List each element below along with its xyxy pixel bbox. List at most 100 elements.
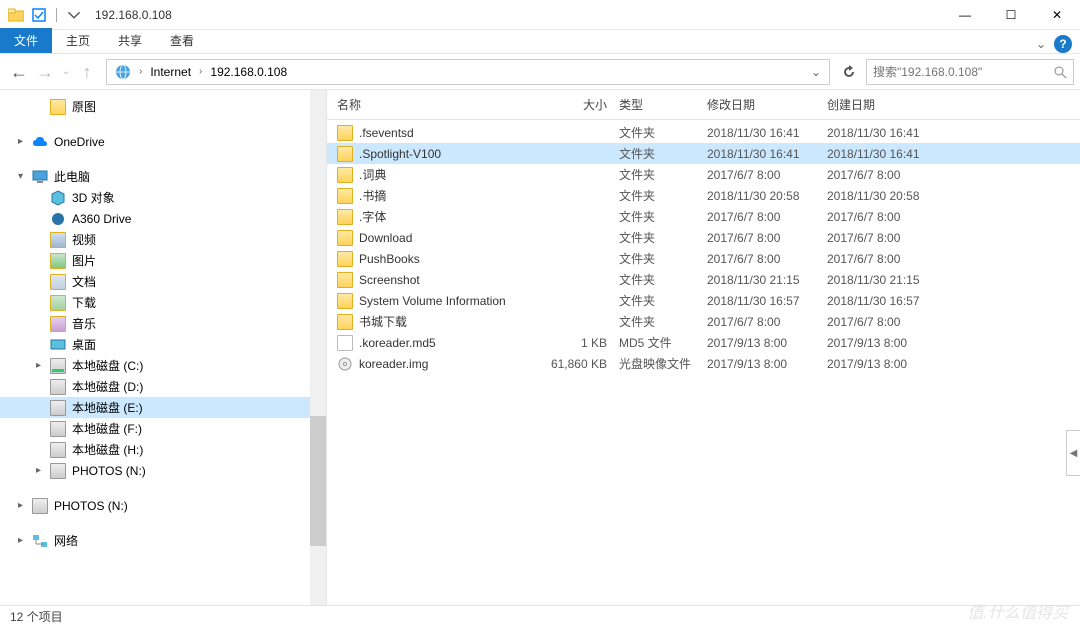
tree-item-label: 本地磁盘 (C:) — [72, 357, 143, 374]
status-bar: 12 个项目 — [0, 605, 1080, 627]
breadcrumb-internet[interactable]: Internet — [146, 63, 195, 81]
tree-item[interactable]: 本地磁盘 (D:) — [0, 376, 326, 397]
tree-item[interactable]: 桌面 — [0, 334, 326, 355]
chevron-icon[interactable]: ▸ — [36, 360, 48, 371]
file-name: .书摘 — [359, 187, 386, 204]
tree-item[interactable]: 视频 — [0, 229, 326, 250]
quick-action-properties[interactable] — [28, 6, 50, 24]
nav-bar: ← → ⌄ ↑ › Internet › 192.168.0.108 ⌄ — [0, 54, 1080, 90]
maximize-button[interactable]: ☐ — [988, 0, 1034, 30]
file-list: .fseventsd文件夹2018/11/30 16:412018/11/30 … — [327, 120, 1080, 605]
file-row[interactable]: .fseventsd文件夹2018/11/30 16:412018/11/30 … — [327, 122, 1080, 143]
tree-item[interactable]: 文档 — [0, 271, 326, 292]
ribbon-tab-share[interactable]: 共享 — [104, 28, 156, 53]
column-size[interactable]: 大小 — [536, 90, 613, 119]
preview-pane-handle[interactable]: ◀ — [1066, 430, 1080, 476]
search-input[interactable] — [873, 65, 1053, 79]
tree-item-label: 文档 — [72, 273, 96, 290]
file-row[interactable]: Screenshot文件夹2018/11/30 21:152018/11/30 … — [327, 269, 1080, 290]
file-modified: 2017/6/7 8:00 — [701, 315, 821, 329]
file-name: 书城下载 — [359, 313, 407, 330]
help-icon[interactable]: ? — [1054, 35, 1072, 53]
tree-item[interactable]: 本地磁盘 (F:) — [0, 418, 326, 439]
tree-item-label: 桌面 — [72, 336, 96, 353]
refresh-button[interactable] — [836, 59, 862, 85]
file-modified: 2017/9/13 8:00 — [701, 336, 821, 350]
file-created: 2018/11/30 16:41 — [821, 147, 961, 161]
column-created[interactable]: 创建日期 — [821, 90, 961, 119]
tree-item-label: 音乐 — [72, 315, 96, 332]
file-modified: 2018/11/30 21:15 — [701, 273, 821, 287]
tree-item[interactable]: 下载 — [0, 292, 326, 313]
breadcrumb-separator: › — [139, 66, 142, 77]
file-created: 2017/6/7 8:00 — [821, 231, 961, 245]
tree-item[interactable]: 3D 对象 — [0, 187, 326, 208]
close-button[interactable]: ✕ — [1034, 0, 1080, 30]
tree-item[interactable]: 原图 — [0, 96, 326, 117]
tree-item[interactable]: 音乐 — [0, 313, 326, 334]
file-created: 2018/11/30 21:15 — [821, 273, 961, 287]
file-modified: 2017/6/7 8:00 — [701, 210, 821, 224]
file-modified: 2018/11/30 20:58 — [701, 189, 821, 203]
file-row[interactable]: .词典文件夹2017/6/7 8:002017/6/7 8:00 — [327, 164, 1080, 185]
breadcrumb-ip[interactable]: 192.168.0.108 — [206, 63, 291, 81]
tree-item-label: 本地磁盘 (E:) — [72, 399, 143, 416]
file-name: .Spotlight-V100 — [359, 147, 441, 161]
ribbon-tab-view[interactable]: 查看 — [156, 28, 208, 53]
file-modified: 2017/6/7 8:00 — [701, 231, 821, 245]
tree-item-label: 本地磁盘 (H:) — [72, 441, 143, 458]
tree-item[interactable]: 本地磁盘 (H:) — [0, 439, 326, 460]
file-type: 文件夹 — [613, 187, 701, 204]
search-box[interactable] — [866, 59, 1074, 85]
tree-item[interactable]: A360 Drive — [0, 208, 326, 229]
ribbon-expand-icon[interactable]: ⌄ — [1036, 37, 1046, 51]
tree-item[interactable]: ▸ 本地磁盘 (C:) — [0, 355, 326, 376]
tree-item[interactable]: 图片 — [0, 250, 326, 271]
tree-item[interactable]: ▸OneDrive — [0, 131, 326, 152]
scrollbar-thumb[interactable] — [310, 416, 326, 546]
file-row[interactable]: .Spotlight-V100文件夹2018/11/30 16:412018/1… — [327, 143, 1080, 164]
nav-back-button[interactable]: ← — [6, 59, 32, 85]
breadcrumb-separator: › — [199, 66, 202, 77]
file-created: 2018/11/30 20:58 — [821, 189, 961, 203]
address-bar[interactable]: › Internet › 192.168.0.108 ⌄ — [106, 59, 830, 85]
ribbon-tab-file[interactable]: 文件 — [0, 28, 52, 53]
address-dropdown-icon[interactable]: ⌄ — [807, 65, 825, 79]
chevron-icon[interactable]: ▸ — [18, 136, 30, 147]
file-row[interactable]: .书摘文件夹2018/11/30 20:582018/11/30 20:58 — [327, 185, 1080, 206]
nav-recent-dropdown[interactable]: ⌄ — [58, 59, 74, 85]
file-created: 2017/9/13 8:00 — [821, 336, 961, 350]
quick-action-dropdown[interactable] — [63, 6, 85, 24]
tree-item[interactable]: ▸PHOTOS (N:) — [0, 460, 326, 481]
column-name[interactable]: 名称 — [331, 90, 536, 119]
file-row[interactable]: System Volume Information文件夹2018/11/30 1… — [327, 290, 1080, 311]
file-row[interactable]: PushBooks文件夹2017/6/7 8:002017/6/7 8:00 — [327, 248, 1080, 269]
chevron-icon[interactable]: ▸ — [18, 535, 30, 546]
chevron-icon[interactable]: ▸ — [36, 465, 48, 476]
column-type[interactable]: 类型 — [613, 90, 701, 119]
file-row[interactable]: 书城下载文件夹2017/6/7 8:002017/6/7 8:00 — [327, 311, 1080, 332]
tree-item[interactable]: ▸PHOTOS (N:) — [0, 495, 326, 516]
breadcrumb-root-icon[interactable] — [111, 62, 135, 82]
tree-item-label: 网络 — [54, 532, 78, 549]
tree-item-label: 本地磁盘 (D:) — [72, 378, 143, 395]
nav-up-button[interactable]: ↑ — [74, 59, 100, 85]
file-size: 61,860 KB — [536, 357, 613, 371]
nav-forward-button[interactable]: → — [32, 59, 58, 85]
file-name: Download — [359, 231, 412, 245]
tree-item[interactable]: 本地磁盘 (E:) — [0, 397, 326, 418]
minimize-button[interactable]: — — [942, 0, 988, 30]
file-row[interactable]: .koreader.md51 KBMD5 文件2017/9/13 8:00201… — [327, 332, 1080, 353]
file-row[interactable]: Download文件夹2017/6/7 8:002017/6/7 8:00 — [327, 227, 1080, 248]
column-modified[interactable]: 修改日期 — [701, 90, 821, 119]
file-created: 2017/6/7 8:00 — [821, 210, 961, 224]
tree-item[interactable]: ▾此电脑 — [0, 166, 326, 187]
file-row[interactable]: .字体文件夹2017/6/7 8:002017/6/7 8:00 — [327, 206, 1080, 227]
ribbon-tab-home[interactable]: 主页 — [52, 28, 104, 53]
chevron-icon[interactable]: ▾ — [18, 171, 30, 182]
file-type: 文件夹 — [613, 229, 701, 246]
chevron-icon[interactable]: ▸ — [18, 500, 30, 511]
tree-item-label: 图片 — [72, 252, 96, 269]
tree-item[interactable]: ▸ 网络 — [0, 530, 326, 551]
file-row[interactable]: koreader.img61,860 KB光盘映像文件2017/9/13 8:0… — [327, 353, 1080, 374]
